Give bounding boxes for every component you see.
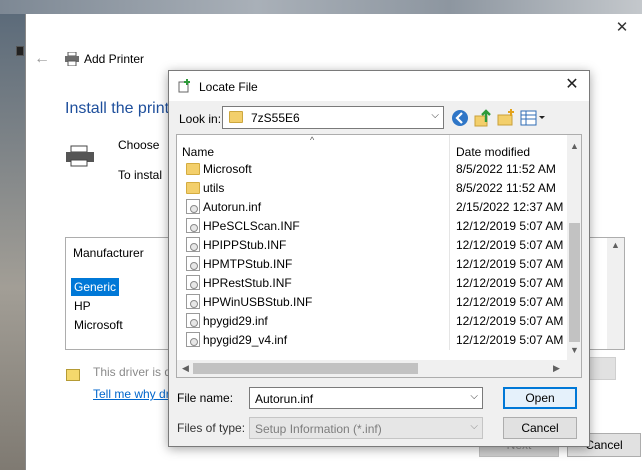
setup-file-icon bbox=[186, 313, 200, 328]
setup-file-icon bbox=[186, 237, 200, 252]
wizard-close-button[interactable]: ✕ bbox=[614, 20, 630, 36]
driver-signed-icon bbox=[66, 369, 80, 381]
file-date: 12/12/2019 5:07 AM bbox=[456, 333, 564, 347]
column-header-name[interactable]: Name bbox=[182, 145, 214, 159]
file-name: HPMTPStub.INF bbox=[203, 257, 293, 271]
file-name-label: File name: bbox=[177, 391, 234, 405]
dialog-titlebar: Locate File ✕ bbox=[169, 71, 589, 101]
look-in-label: Look in: bbox=[179, 112, 222, 126]
dialog-close-button[interactable]: ✕ bbox=[563, 76, 581, 94]
file-row-hpygid29-v4[interactable]: hpygid29_v4.inf 12/12/2019 5:07 AM bbox=[177, 330, 567, 349]
file-name: HPIPPStub.INF bbox=[203, 238, 287, 252]
look-in-value: 7zS55E6 bbox=[251, 111, 300, 125]
file-date: 2/15/2022 12:37 AM bbox=[456, 200, 564, 214]
file-date: 8/5/2022 11:52 AM bbox=[456, 162, 556, 176]
back-icon[interactable] bbox=[450, 108, 470, 128]
folder-icon bbox=[186, 163, 200, 175]
cancel-button[interactable]: Cancel bbox=[503, 417, 577, 439]
chevron-down-icon[interactable]: ⌵ bbox=[470, 421, 478, 432]
windows-update-button[interactable] bbox=[589, 357, 616, 380]
scroll-up-icon[interactable]: ▲ bbox=[611, 240, 620, 250]
manufacturer-item-microsoft[interactable]: Microsoft bbox=[71, 316, 126, 334]
files-of-type-dropdown[interactable]: Setup Information (*.inf) ⌵ bbox=[249, 417, 483, 439]
scrollbar-corner bbox=[567, 360, 581, 377]
wizard-heading: Install the print bbox=[65, 100, 170, 117]
view-menu-icon[interactable] bbox=[519, 108, 547, 128]
file-row-hpygid29[interactable]: hpygid29.inf 12/12/2019 5:07 AM bbox=[177, 311, 567, 330]
setup-file-icon bbox=[186, 275, 200, 290]
file-row-hpesclscan[interactable]: HPeSCLScan.INF 12/12/2019 5:07 AM bbox=[177, 216, 567, 235]
column-header-date[interactable]: Date modified bbox=[456, 145, 530, 159]
manufacturer-header: Manufacturer bbox=[73, 246, 144, 260]
file-row-microsoft[interactable]: Microsoft 8/5/2022 11:52 AM bbox=[177, 159, 567, 178]
horizontal-scroll-thumb[interactable] bbox=[193, 363, 418, 374]
to-install-text: To instal bbox=[118, 168, 163, 182]
desktop-background-left bbox=[0, 14, 25, 470]
driver-note: This driver is d bbox=[93, 365, 172, 379]
file-row-utils[interactable]: utils 8/5/2022 11:52 AM bbox=[177, 178, 567, 197]
file-name: HPWinUSBStub.INF bbox=[203, 295, 313, 309]
printers-list-scrollbar[interactable]: ▲ bbox=[607, 238, 624, 349]
look-in-dropdown[interactable]: 7zS55E6 ⌵ bbox=[222, 106, 444, 129]
file-name-value[interactable]: Autorun.inf bbox=[255, 392, 313, 406]
vertical-scrollbar[interactable]: ▲ ▼ bbox=[567, 135, 581, 360]
file-name: utils bbox=[203, 181, 225, 195]
printer-icon bbox=[65, 52, 79, 66]
wizard-title: Add Printer bbox=[84, 52, 145, 66]
scroll-right-icon[interactable]: ▶ bbox=[553, 363, 560, 374]
folder-icon bbox=[229, 111, 243, 123]
file-row-autorun[interactable]: Autorun.inf 2/15/2022 12:37 AM bbox=[177, 197, 567, 216]
scroll-down-icon[interactable]: ▼ bbox=[570, 345, 579, 355]
dialog-title: Locate File bbox=[199, 80, 258, 94]
file-name: hpygid29.inf bbox=[203, 314, 268, 328]
folder-icon bbox=[186, 182, 200, 194]
file-row-hpwinusbstub[interactable]: HPWinUSBStub.INF 12/12/2019 5:07 AM bbox=[177, 292, 567, 311]
driver-signing-link[interactable]: Tell me why dr bbox=[93, 387, 170, 401]
file-row-hpippstub[interactable]: HPIPPStub.INF 12/12/2019 5:07 AM bbox=[177, 235, 567, 254]
desktop-icon bbox=[16, 46, 24, 56]
file-date: 12/12/2019 5:07 AM bbox=[456, 257, 564, 271]
file-name: hpygid29_v4.inf bbox=[203, 333, 288, 347]
file-name: Autorun.inf bbox=[203, 200, 262, 214]
file-date: 12/12/2019 5:07 AM bbox=[456, 238, 564, 252]
choose-text: Choose bbox=[118, 138, 160, 152]
horizontal-scrollbar[interactable]: ◀ ▶ bbox=[177, 360, 567, 377]
setup-file-icon bbox=[186, 256, 200, 271]
up-one-level-icon[interactable] bbox=[473, 108, 493, 128]
setup-file-icon bbox=[186, 199, 200, 214]
chevron-down-icon: ⌵ bbox=[431, 110, 439, 121]
file-row-hpreststub[interactable]: HPRestStub.INF 12/12/2019 5:07 AM bbox=[177, 273, 567, 292]
sort-arrow-icon: ^ bbox=[310, 135, 315, 145]
locate-file-icon bbox=[178, 79, 190, 93]
file-name: HPeSCLScan.INF bbox=[203, 219, 300, 233]
setup-file-icon bbox=[186, 332, 200, 347]
desktop-background-top bbox=[0, 0, 642, 14]
file-name-combobox[interactable]: Autorun.inf ⌵ bbox=[249, 387, 483, 409]
scroll-left-icon[interactable]: ◀ bbox=[182, 363, 189, 374]
file-name: HPRestStub.INF bbox=[203, 276, 292, 290]
files-of-type-label: Files of type: bbox=[177, 421, 246, 435]
vertical-scroll-thumb[interactable] bbox=[569, 223, 580, 342]
manufacturer-item-hp[interactable]: HP bbox=[71, 297, 94, 315]
setup-file-icon bbox=[186, 218, 200, 233]
file-list[interactable]: ^ Name Date modified Microsoft 8/5/2022 … bbox=[176, 134, 582, 378]
manufacturer-item-generic[interactable]: Generic bbox=[71, 278, 120, 296]
chevron-down-icon[interactable]: ⌵ bbox=[470, 391, 478, 402]
file-row-hpmtpstub[interactable]: HPMTPStub.INF 12/12/2019 5:07 AM bbox=[177, 254, 567, 273]
file-date: 12/12/2019 5:07 AM bbox=[456, 295, 564, 309]
setup-file-icon bbox=[186, 294, 200, 309]
file-date: 12/12/2019 5:07 AM bbox=[456, 314, 564, 328]
file-name: Microsoft bbox=[203, 162, 252, 176]
file-date: 12/12/2019 5:07 AM bbox=[456, 276, 564, 290]
file-date: 8/5/2022 11:52 AM bbox=[456, 181, 556, 195]
scroll-up-icon[interactable]: ▲ bbox=[570, 141, 579, 151]
open-button[interactable]: Open bbox=[503, 387, 577, 409]
locate-file-dialog: Locate File ✕ Look in: 7zS55E6 ⌵ ^ Name … bbox=[168, 70, 590, 447]
file-date: 12/12/2019 5:07 AM bbox=[456, 219, 564, 233]
printer-disk-icon bbox=[66, 145, 94, 167]
files-of-type-value: Setup Information (*.inf) bbox=[255, 422, 382, 436]
back-arrow-button[interactable]: ← bbox=[34, 50, 50, 68]
new-folder-icon[interactable] bbox=[496, 108, 516, 128]
